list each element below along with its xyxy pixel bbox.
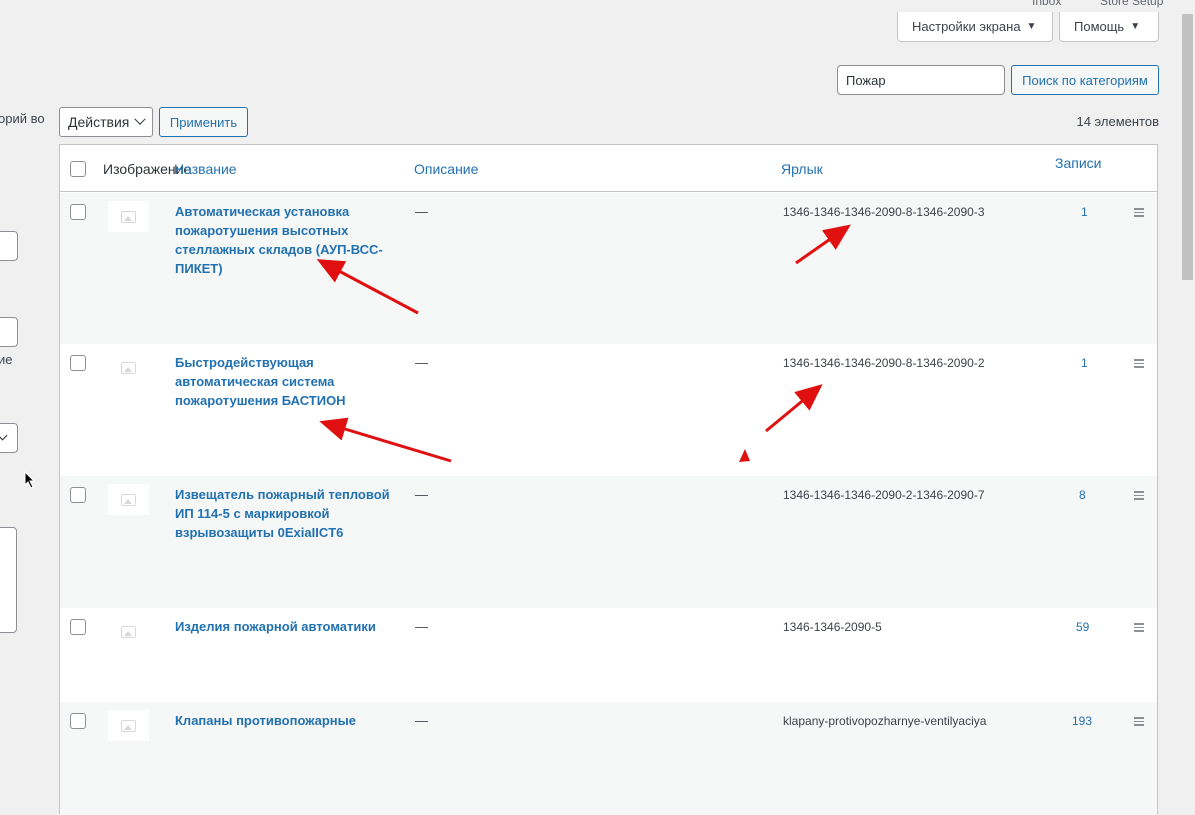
image-placeholder-icon — [121, 361, 136, 374]
bulk-actions-select[interactable]: Действия — [59, 107, 153, 137]
category-thumbnail — [108, 201, 149, 232]
row-checkbox[interactable] — [70, 713, 86, 729]
image-placeholder-icon — [121, 625, 136, 638]
category-thumbnail — [108, 616, 149, 647]
left-form-input[interactable] — [0, 231, 18, 261]
category-description: — — [415, 355, 428, 370]
table-header: Изображение Название Описание Ярлык Запи… — [60, 145, 1157, 192]
categories-table: Изображение Название Описание Ярлык Запи… — [59, 144, 1158, 815]
table-row: Быстродействующая автоматическая система… — [60, 344, 1157, 476]
image-placeholder-icon — [121, 493, 136, 506]
category-description: — — [415, 713, 428, 728]
category-count-link[interactable]: 1 — [1081, 356, 1088, 370]
chevron-down-icon — [134, 113, 146, 125]
row-checkbox[interactable] — [70, 619, 86, 635]
bulk-actions-label: Действия — [68, 114, 130, 130]
row-checkbox[interactable] — [70, 204, 86, 220]
mouse-cursor-icon — [24, 471, 36, 489]
row-checkbox[interactable] — [70, 487, 86, 503]
category-name-link[interactable]: Клапаны противопожарные — [175, 711, 435, 730]
table-row: Изделия пожарной автоматики — 1346-1346-… — [60, 608, 1157, 702]
left-form-label: орий во — [0, 111, 45, 126]
category-slug: 1346-1346-1346-2090-8-1346-2090-2 — [783, 356, 985, 370]
image-placeholder-icon — [121, 719, 136, 732]
chevron-down-icon — [0, 430, 8, 441]
category-name-link[interactable]: Автоматическая установка пожаротушения в… — [175, 202, 405, 278]
category-slug: 1346-1346-1346-2090-2-1346-2090-7 — [783, 488, 985, 502]
category-thumbnail — [108, 484, 149, 515]
category-description: — — [415, 487, 428, 502]
column-name[interactable]: Название — [174, 161, 237, 177]
store-setup-link[interactable]: Store Setup — [1100, 0, 1163, 8]
table-row: Клапаны противопожарные — klapany-protiv… — [60, 702, 1157, 815]
left-form-select[interactable] — [0, 423, 18, 453]
row-checkbox[interactable] — [70, 355, 86, 371]
column-count[interactable]: Записи — [1055, 155, 1101, 171]
category-name-link[interactable]: Изделия пожарной автоматики — [175, 617, 435, 636]
inbox-link[interactable]: Inbox — [1032, 0, 1061, 8]
category-name-link[interactable]: Быстродействующая автоматическая система… — [175, 353, 405, 410]
category-thumbnail — [108, 710, 149, 741]
search-categories-button[interactable]: Поиск по категориям — [1011, 65, 1159, 95]
category-slug: klapany-protivopozharnye-ventilyaciya — [783, 714, 987, 728]
left-form-textarea[interactable] — [0, 527, 17, 633]
screen-options-button[interactable]: Настройки экрана ▼ — [897, 12, 1053, 42]
search-input[interactable] — [837, 65, 1005, 95]
category-description: — — [415, 619, 428, 634]
help-button[interactable]: Помощь ▼ — [1059, 12, 1159, 42]
category-slug: 1346-1346-2090-5 — [783, 620, 882, 634]
items-count: 14 элементов — [1076, 114, 1159, 129]
caret-down-icon: ▼ — [1026, 21, 1037, 32]
category-slug: 1346-1346-1346-2090-8-1346-2090-3 — [783, 205, 985, 219]
category-count-link[interactable]: 59 — [1076, 620, 1089, 634]
category-description: — — [415, 204, 428, 219]
caret-down-icon: ▼ — [1130, 21, 1141, 32]
category-count-link[interactable]: 1 — [1081, 205, 1088, 219]
scrollbar-thumb[interactable] — [1182, 14, 1193, 280]
column-slug[interactable]: Ярлык — [781, 161, 823, 177]
drag-handle-icon[interactable] — [1134, 491, 1144, 500]
select-all-checkbox[interactable] — [70, 161, 86, 177]
category-thumbnail — [108, 352, 149, 383]
image-placeholder-icon — [121, 210, 136, 223]
drag-handle-icon[interactable] — [1134, 359, 1144, 368]
category-count-link[interactable]: 8 — [1079, 488, 1086, 502]
category-name-link[interactable]: Извещатель пожарный тепловой ИП 114-5 с … — [175, 485, 405, 542]
column-description[interactable]: Описание — [414, 161, 478, 177]
table-row: Извещатель пожарный тепловой ИП 114-5 с … — [60, 476, 1157, 608]
apply-button[interactable]: Применить — [159, 107, 248, 137]
help-label: Помощь — [1074, 19, 1125, 34]
drag-handle-icon[interactable] — [1134, 717, 1144, 726]
category-count-link[interactable]: 193 — [1072, 714, 1092, 728]
table-row: Автоматическая установка пожаротушения в… — [60, 193, 1157, 344]
drag-handle-icon[interactable] — [1134, 623, 1144, 632]
left-form-label: ие — [0, 352, 13, 367]
left-form-input[interactable] — [0, 317, 18, 347]
screen-options-label: Настройки экрана — [912, 19, 1021, 34]
drag-handle-icon[interactable] — [1134, 208, 1144, 217]
